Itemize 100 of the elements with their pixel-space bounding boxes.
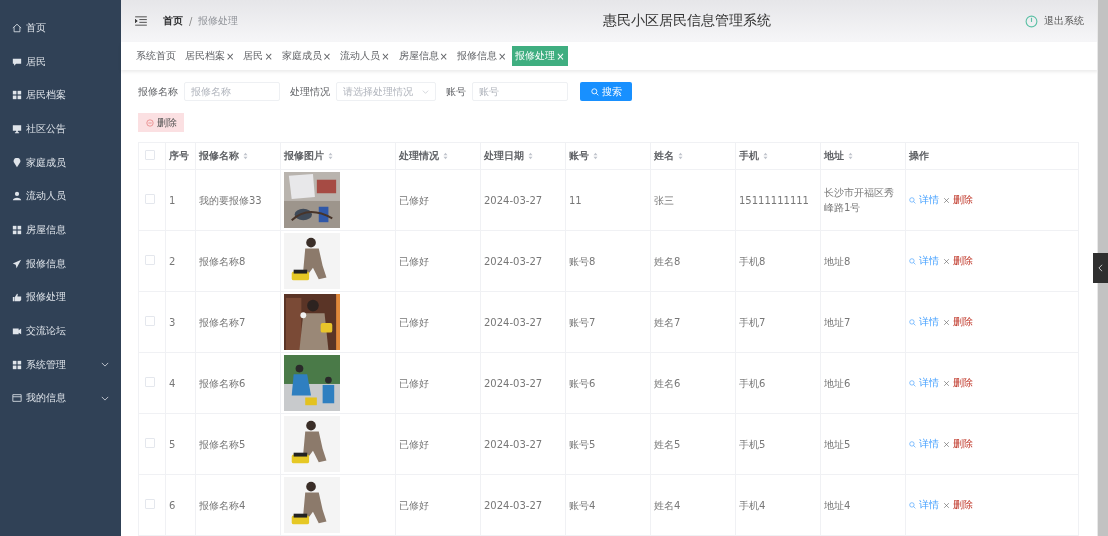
input-field[interactable]: 账号 <box>472 82 568 101</box>
sidebar-item[interactable]: 居民档案 <box>0 78 121 113</box>
table-cell-text: 手机8 <box>739 254 767 269</box>
delete-link[interactable]: 删除 <box>943 193 973 207</box>
close-icon <box>943 196 950 204</box>
tab[interactable]: 居民× <box>240 46 276 66</box>
checkbox[interactable] <box>145 150 155 160</box>
sidebar-item[interactable]: 社区公告 <box>0 112 121 146</box>
delete-label: 删除 <box>953 315 973 329</box>
table-cell-text: 2024-03-27 <box>484 498 544 513</box>
search-icon <box>909 440 916 448</box>
checkbox[interactable] <box>145 194 155 204</box>
tab[interactable]: 居民档案× <box>182 46 238 66</box>
column-header[interactable]: 报修图片 <box>284 149 324 163</box>
table-cell-text: 姓名7 <box>654 315 682 330</box>
hand-icon <box>12 292 22 303</box>
tab[interactable]: 报修信息× <box>453 46 510 66</box>
close-icon[interactable]: × <box>322 50 332 62</box>
search-label: 搜索 <box>601 84 622 99</box>
sidebar-item-label: 居民档案 <box>26 88 67 103</box>
menu-icon[interactable] <box>135 16 147 26</box>
sort-icon[interactable] <box>528 152 533 160</box>
grid-icon <box>12 90 22 101</box>
table-cell-text: 我的要报修33 <box>199 193 263 208</box>
details-label: 详情 <box>919 498 939 512</box>
table-cell-text: 5 <box>169 437 177 452</box>
table-cell-text: 地址5 <box>824 437 852 452</box>
table-cell-text: 张三 <box>654 193 675 208</box>
table-cell-text: 6 <box>169 498 177 513</box>
delete-link[interactable]: 删除 <box>943 498 973 512</box>
table-cell-text: 手机4 <box>739 498 767 513</box>
sidebar-item[interactable]: 报修处理 <box>0 280 121 315</box>
sidebar-item[interactable]: 居民 <box>0 44 121 79</box>
delete-link[interactable]: 删除 <box>943 254 973 268</box>
table-cell-text: 账号5 <box>569 437 597 452</box>
table-cell-text: 手机5 <box>739 437 767 452</box>
sort-icon[interactable] <box>593 152 598 160</box>
table-cell-text: 地址7 <box>824 315 852 330</box>
sidebar-item[interactable]: 流动人员 <box>0 179 121 214</box>
checkbox[interactable] <box>145 499 155 509</box>
sidebar-item[interactable]: 房屋信息 <box>0 213 121 247</box>
column-header[interactable]: 姓名 <box>654 149 674 163</box>
card-icon <box>12 393 22 404</box>
table-cell-text: 地址4 <box>824 498 852 513</box>
close-icon[interactable]: × <box>381 50 390 62</box>
table-cell-text: 已修好 <box>399 498 430 513</box>
close-icon[interactable]: × <box>226 50 235 62</box>
sort-icon[interactable] <box>678 152 683 160</box>
column-header[interactable]: 账号 <box>569 149 589 163</box>
tab-label: 房屋信息 <box>398 49 439 63</box>
tab-label: 居民档案 <box>185 49 225 63</box>
logout-button[interactable]: 退出系统 <box>1025 14 1084 28</box>
sidebar-item-label: 社区公告 <box>26 121 67 136</box>
details-label: 详情 <box>919 376 939 390</box>
delete-link[interactable]: 删除 <box>943 437 973 451</box>
table-cell-text: 2024-03-27 <box>484 376 544 391</box>
table-cell-text: 姓名4 <box>654 498 682 513</box>
close-icon[interactable]: × <box>439 50 448 62</box>
tab[interactable]: 流动人员× <box>337 46 393 66</box>
sidebar-item[interactable]: 交流论坛 <box>0 314 121 348</box>
table-cell-text: 已修好 <box>399 376 430 391</box>
checkbox[interactable] <box>145 438 155 448</box>
input-field[interactable]: 报修名称 <box>184 82 280 101</box>
sort-icon[interactable] <box>243 152 248 160</box>
table-cell-text: 2 <box>169 254 177 269</box>
column-header[interactable]: 地址 <box>824 149 844 163</box>
sidebar-item[interactable]: 家庭成员 <box>0 145 121 180</box>
search-icon <box>909 257 916 265</box>
table-cell-text: 姓名6 <box>654 376 682 391</box>
column-header[interactable]: 手机 <box>739 149 759 163</box>
sort-icon[interactable] <box>848 152 853 160</box>
sidebar-item[interactable]: 我的信息 <box>0 381 121 416</box>
delete-button[interactable]: 删除 <box>138 113 184 132</box>
close-icon[interactable]: × <box>497 50 507 62</box>
delete-label: 删除 <box>953 193 973 207</box>
checkbox[interactable] <box>145 377 155 387</box>
tab[interactable]: 房屋信息× <box>395 46 451 66</box>
sort-icon[interactable] <box>328 152 333 160</box>
checkbox[interactable] <box>145 316 155 326</box>
sidebar-item[interactable]: 报修信息 <box>0 246 121 281</box>
delete-label: 删除 <box>953 437 973 451</box>
close-icon[interactable]: × <box>264 50 273 62</box>
sort-icon[interactable] <box>443 152 448 160</box>
scrollbar[interactable] <box>1097 0 1108 536</box>
table-cell-text: 3 <box>169 315 177 330</box>
delete-link[interactable]: 删除 <box>943 376 973 390</box>
column-header[interactable]: 操作 <box>909 149 929 163</box>
checkbox[interactable] <box>145 255 155 265</box>
collapse-handle[interactable] <box>1093 253 1108 283</box>
camera-icon <box>12 326 22 337</box>
tab[interactable]: 家庭成员× <box>278 46 335 66</box>
breadcrumb-link[interactable]: 首页 <box>163 14 183 28</box>
sidebar-item[interactable]: 首页 <box>0 11 121 45</box>
table-cell-text: 账号8 <box>569 254 597 269</box>
table-cell-text: 长沙市开福区秀峰路1号 <box>824 186 895 215</box>
sort-icon[interactable] <box>763 152 768 160</box>
table-cell-text: 报修名称4 <box>199 498 247 513</box>
sidebar-item[interactable]: 系统管理 <box>0 347 121 382</box>
delete-link[interactable]: 删除 <box>943 315 973 329</box>
sidebar-item-label: 系统管理 <box>26 357 67 372</box>
